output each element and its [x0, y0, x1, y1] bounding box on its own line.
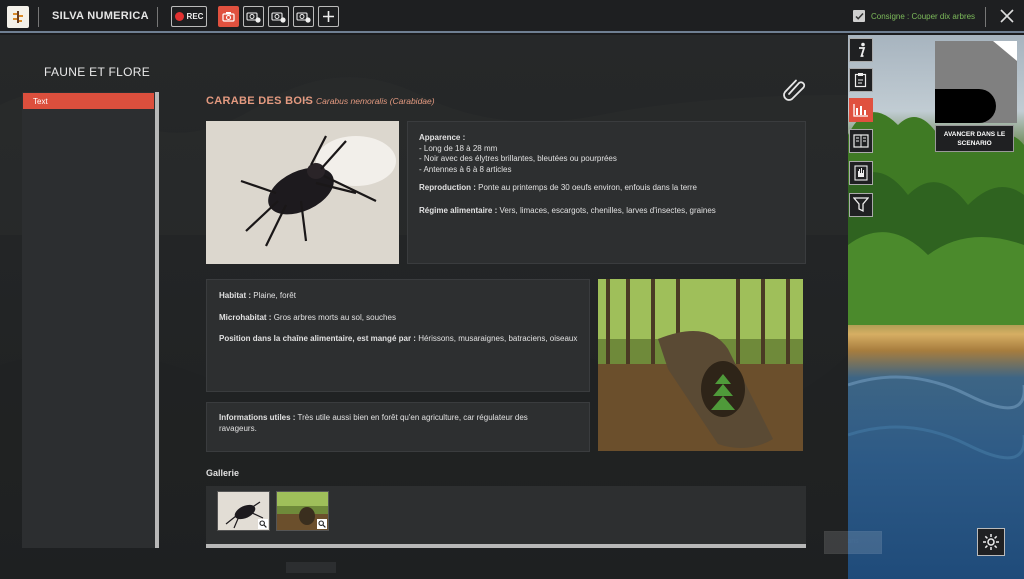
reproduction-label: Reproduction :	[419, 183, 476, 192]
guide-button[interactable]	[849, 129, 873, 153]
filter-icon	[853, 197, 869, 213]
species-name: CARABE DES BOIS	[206, 95, 314, 107]
top-bar: SILVA NUMERICA REC Consigne : Couper dix…	[0, 0, 1024, 33]
appearance-line: - Noir avec des élytres brillantes, bleu…	[419, 154, 617, 163]
checkbox-icon[interactable]	[853, 10, 865, 22]
info-button[interactable]	[849, 38, 873, 62]
zoom-icon[interactable]	[317, 519, 327, 529]
rec-button[interactable]: REC	[171, 6, 207, 27]
minimap[interactable]	[935, 41, 1017, 123]
camera-2-icon	[271, 12, 286, 23]
habitat-photo	[598, 279, 803, 451]
habitat-label: Habitat :	[219, 291, 251, 300]
appearance-line: - Antennes à 6 à 8 articles	[419, 164, 512, 174]
settings-button[interactable]	[977, 528, 1005, 556]
rec-label: REC	[186, 12, 204, 21]
diet-label: Régime alimentaire :	[419, 205, 498, 215]
rec-icon	[174, 12, 184, 21]
divider	[38, 7, 39, 27]
camera-button[interactable]	[218, 6, 239, 27]
camera-2-button[interactable]	[268, 6, 289, 27]
clipboard-icon	[854, 73, 867, 88]
clipboard-button[interactable]	[849, 68, 873, 92]
consigne-text: Consigne : Couper dix arbres	[871, 11, 976, 21]
description-box: Apparence : - Long de 18 à 28 mm - Noir …	[407, 121, 806, 264]
reproduction-value: Ponte au printemps de 30 oeufs environ, …	[478, 183, 697, 192]
useful-info-box: Informations utiles : Très utile aussi b…	[206, 402, 590, 452]
filter-button[interactable]	[849, 193, 873, 217]
appearance-heading: Apparence :	[419, 133, 466, 142]
guide-icon	[853, 134, 869, 148]
gallery-thumbnail[interactable]	[217, 491, 270, 531]
chart-icon	[853, 104, 868, 117]
app-window: { "app": {"name": "SILVA NUMERICA", "rec…	[0, 0, 1024, 579]
attachment-button[interactable]	[780, 75, 808, 103]
habitat-value: Plaine, forêt	[253, 291, 296, 300]
microhabitat-value: Gros arbres morts au sol, souches	[273, 312, 396, 322]
species-photo	[206, 121, 399, 264]
advance-scenario-button[interactable]: AVANCER DANS LE SCENARIO	[935, 125, 1014, 152]
settings-icon	[983, 534, 999, 550]
paperclip-icon	[783, 79, 806, 101]
habitat-box: Habitat : Plaine, forêt Microhabitat : G…	[206, 279, 590, 392]
consigne-status: Consigne : Couper dix arbres	[853, 10, 975, 22]
gallery-label: Gallerie	[206, 468, 240, 478]
list-scrollbar[interactable]	[155, 92, 159, 548]
camera-3-icon	[296, 12, 311, 23]
hidden-tooltip	[286, 562, 336, 573]
title-separator: -	[304, 95, 308, 106]
gallery-scrollbar[interactable]	[206, 544, 806, 548]
info-icon	[859, 42, 866, 57]
zoom-icon[interactable]	[258, 519, 268, 529]
microhabitat-label: Microhabitat :	[219, 312, 272, 322]
divider	[157, 7, 158, 27]
close-icon	[1000, 9, 1014, 23]
divider	[985, 7, 986, 27]
foodchain-label: Position dans la chaîne alimentaire, est…	[219, 334, 416, 343]
foodchain-value: Hérissons, musaraignes, batraciens, oise…	[418, 334, 578, 343]
app-name: SILVA NUMERICA	[52, 10, 149, 22]
hidden-button: ans	[824, 531, 882, 554]
species-latin-name: Carabus nemoralis (Carabidae)	[316, 96, 435, 106]
close-button[interactable]	[997, 6, 1017, 26]
plus-icon	[323, 11, 334, 22]
logo-icon[interactable]	[7, 6, 29, 28]
entry-list: Text	[22, 92, 159, 548]
camera-3-button[interactable]	[293, 6, 314, 27]
add-camera-button[interactable]	[318, 6, 339, 27]
gallery	[206, 486, 806, 548]
camera-1-button[interactable]	[243, 6, 264, 27]
list-item[interactable]: Text	[23, 93, 154, 109]
panel-title: FAUNE ET FLORE	[44, 65, 151, 79]
appearance-line: - Long de 18 à 28 mm	[419, 143, 498, 153]
camera-1-icon	[246, 12, 261, 23]
diet-value: Vers, limaces, escargots, chenilles, lar…	[499, 205, 716, 215]
chart-button[interactable]	[849, 98, 873, 122]
info-label: Informations utiles :	[219, 413, 296, 422]
hand-icon	[854, 165, 868, 181]
gallery-thumbnail[interactable]	[276, 491, 329, 531]
camera-icon	[222, 12, 235, 22]
hand-button[interactable]	[849, 161, 873, 185]
